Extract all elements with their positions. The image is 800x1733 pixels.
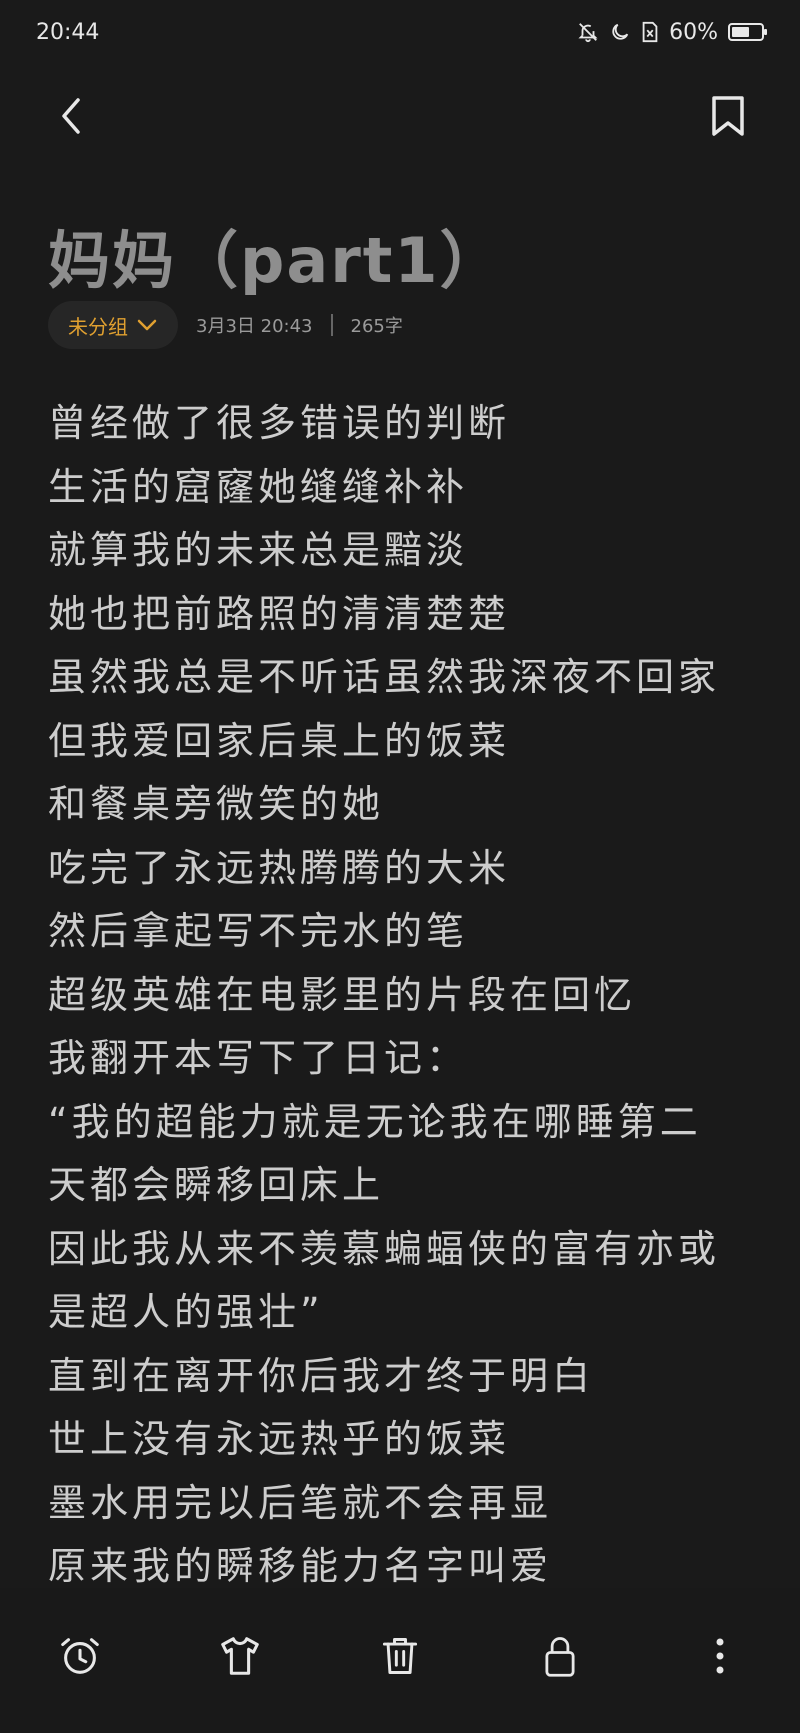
top-nav <box>0 70 800 160</box>
note-line: 然后拿起写不完水的笔 <box>48 909 469 953</box>
note-line: 是超人的强壮” <box>48 1290 324 1334</box>
note-meta: 未分组 3月3日 20:43 265字 <box>48 300 403 350</box>
status-icons: 60% <box>577 19 767 45</box>
chevron-left-icon <box>62 98 80 134</box>
note-line: 她也把前路照的清清楚楚 <box>48 591 511 636</box>
bookmark-button[interactable] <box>704 92 752 140</box>
note-date: 3月3日 20:43 <box>196 316 313 337</box>
battery-text: 60% <box>669 19 718 45</box>
sim-card-x-icon <box>641 21 659 43</box>
note-line: 生活的窟窿她缝缝补补 <box>48 464 469 509</box>
note-line: 就算我的未来总是黯淡 <box>48 528 469 572</box>
more-vertical-icon <box>716 1638 724 1674</box>
note-title[interactable]: 妈妈（part1） <box>48 210 504 300</box>
note-body[interactable]: 曾经做了很多错误的判断 生活的窟窿她缝缝补补 就算我的未来总是黯淡 她也把前路照… <box>48 392 768 1599</box>
word-count: 265字 <box>350 316 403 337</box>
trash-icon <box>382 1638 418 1674</box>
bell-off-icon <box>577 21 599 43</box>
status-bar: 20:44 60% <box>0 0 800 64</box>
note-line: 因此我从来不羡慕蝙蝠侠的富有亦或 <box>48 1226 721 1271</box>
back-button[interactable] <box>48 92 96 140</box>
note-line: 和餐桌旁微笑的她 <box>48 782 385 826</box>
note-line: 超级英雄在电影里的片段在回忆 <box>48 972 637 1017</box>
note-line: 天都会瞬移回床上 <box>48 1163 385 1207</box>
reminder-button[interactable] <box>48 1624 112 1688</box>
group-label: 未分组 <box>68 314 128 339</box>
note-line: 我翻开本写下了日记： <box>48 1036 469 1080</box>
alarm-clock-icon <box>61 1638 99 1674</box>
battery-fill <box>732 27 749 37</box>
theme-button[interactable] <box>208 1624 272 1688</box>
moon-icon <box>609 21 631 43</box>
more-button[interactable] <box>688 1624 752 1688</box>
chevron-down-icon <box>137 319 157 331</box>
note-line: 世上没有永远热乎的饭菜 <box>48 1417 511 1461</box>
status-time: 20:44 <box>36 19 100 45</box>
bottom-toolbar <box>0 1588 800 1733</box>
note-line: 墨水用完以后笔就不会再显 <box>48 1480 553 1525</box>
note-line: “我的超能力就是无论我在哪睡第二 <box>48 1099 702 1144</box>
lock-icon <box>545 1637 575 1677</box>
meta-divider <box>330 314 333 336</box>
bookmark-icon <box>712 96 744 136</box>
tshirt-icon <box>221 1637 259 1675</box>
note-line: 吃完了永远热腾腾的大米 <box>48 845 511 890</box>
note-line: 但我爱回家后桌上的饭菜 <box>48 718 511 763</box>
battery-icon <box>728 23 767 41</box>
delete-button[interactable] <box>368 1624 432 1688</box>
note-line: 曾经做了很多错误的判断 <box>48 401 511 445</box>
note-line: 直到在离开你后我才终于明白 <box>48 1353 595 1398</box>
note-line: 虽然我总是不听话虽然我深夜不回家 <box>48 655 721 699</box>
group-selector[interactable]: 未分组 <box>48 301 178 349</box>
lock-button[interactable] <box>528 1624 592 1688</box>
